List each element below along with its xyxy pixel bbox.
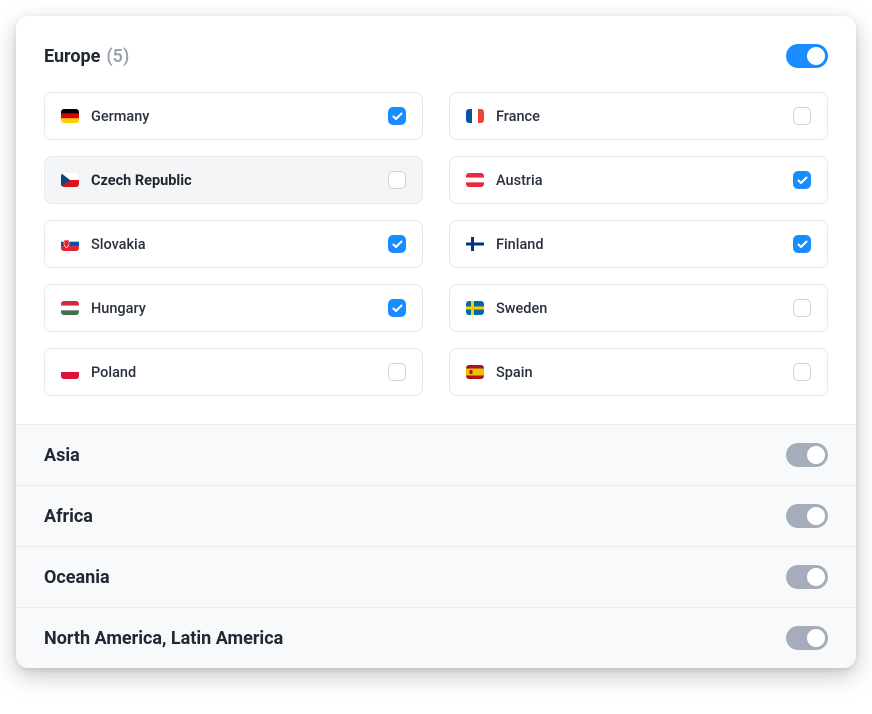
region-title: Africa — [44, 506, 93, 527]
region-toggle-asia[interactable] — [786, 443, 828, 467]
checkbox-slovakia[interactable] — [388, 235, 406, 253]
country-grid-europe: Germany France Czech Republic — [16, 86, 856, 424]
country-name: Hungary — [91, 300, 146, 317]
region-name: North America, Latin America — [44, 628, 283, 649]
checkbox-austria[interactable] — [793, 171, 811, 189]
region-title: Asia — [44, 445, 80, 466]
country-item-germany[interactable]: Germany — [44, 92, 423, 140]
region-name: Africa — [44, 506, 93, 527]
checkbox-sweden[interactable] — [793, 299, 811, 317]
flag-icon-france — [466, 109, 484, 123]
region-header-africa[interactable]: Africa — [16, 485, 856, 546]
region-name: Europe — [44, 46, 100, 67]
flag-icon-czech — [61, 173, 79, 187]
flag-icon-slovakia — [61, 237, 79, 251]
checkbox-hungary[interactable] — [388, 299, 406, 317]
checkbox-france[interactable] — [793, 107, 811, 125]
region-count: (5) — [106, 46, 129, 67]
flag-icon-germany — [61, 109, 79, 123]
region-toggle-americas[interactable] — [786, 626, 828, 650]
country-item-hungary[interactable]: Hungary — [44, 284, 423, 332]
flag-icon-austria — [466, 173, 484, 187]
region-name: Oceania — [44, 567, 110, 588]
country-item-poland[interactable]: Poland — [44, 348, 423, 396]
country-item-finland[interactable]: Finland — [449, 220, 828, 268]
region-title: Oceania — [44, 567, 110, 588]
flag-icon-sweden — [466, 301, 484, 315]
country-name: Poland — [91, 364, 136, 381]
checkbox-germany[interactable] — [388, 107, 406, 125]
country-name: Finland — [496, 236, 544, 253]
toggle-knob-icon — [807, 446, 825, 464]
region-header-oceania[interactable]: Oceania — [16, 546, 856, 607]
region-toggle-europe[interactable] — [786, 44, 828, 68]
flag-icon-hungary — [61, 301, 79, 315]
region-toggle-africa[interactable] — [786, 504, 828, 528]
region-selector-panel: Europe (5) Germany France — [16, 16, 856, 668]
toggle-knob-icon — [807, 47, 825, 65]
country-name: Sweden — [496, 300, 547, 317]
country-item-france[interactable]: France — [449, 92, 828, 140]
checkbox-czech[interactable] — [388, 171, 406, 189]
country-item-sweden[interactable]: Sweden — [449, 284, 828, 332]
region-header-americas[interactable]: North America, Latin America — [16, 607, 856, 668]
toggle-knob-icon — [807, 507, 825, 525]
checkbox-spain[interactable] — [793, 363, 811, 381]
checkbox-finland[interactable] — [793, 235, 811, 253]
region-header-europe[interactable]: Europe (5) — [16, 16, 856, 86]
flag-icon-spain — [466, 365, 484, 379]
country-item-czech[interactable]: Czech Republic — [44, 156, 423, 204]
country-name: Czech Republic — [91, 172, 192, 189]
flag-icon-finland — [466, 237, 484, 251]
region-header-asia[interactable]: Asia — [16, 424, 856, 485]
country-name: Slovakia — [91, 236, 146, 253]
region-title: North America, Latin America — [44, 628, 283, 649]
country-item-austria[interactable]: Austria — [449, 156, 828, 204]
country-item-slovakia[interactable]: Slovakia — [44, 220, 423, 268]
country-name: Germany — [91, 108, 149, 125]
toggle-knob-icon — [807, 629, 825, 647]
region-title: Europe (5) — [44, 46, 129, 67]
country-name: Spain — [496, 364, 533, 381]
checkbox-poland[interactable] — [388, 363, 406, 381]
country-item-spain[interactable]: Spain — [449, 348, 828, 396]
region-toggle-oceania[interactable] — [786, 565, 828, 589]
country-name: France — [496, 108, 540, 125]
flag-icon-poland — [61, 365, 79, 379]
toggle-knob-icon — [807, 568, 825, 586]
region-name: Asia — [44, 445, 80, 466]
country-name: Austria — [496, 172, 543, 189]
